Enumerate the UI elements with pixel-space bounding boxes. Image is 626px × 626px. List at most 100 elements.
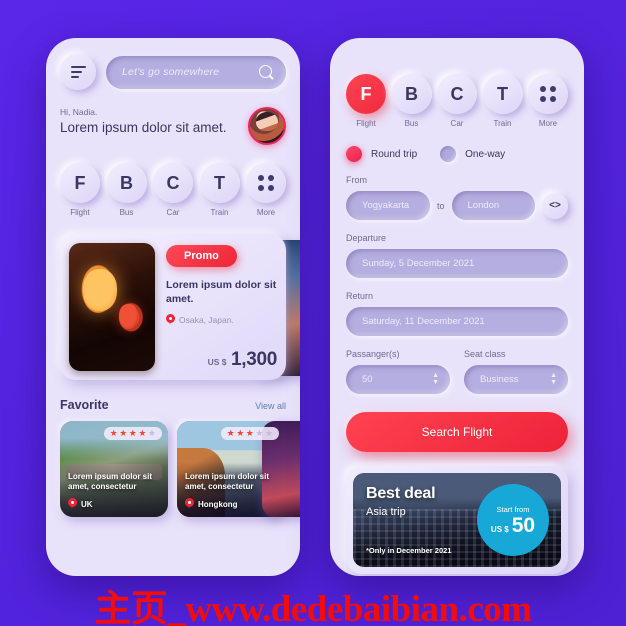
avatar[interactable] xyxy=(248,107,286,145)
best-deal-amount: 50 xyxy=(511,513,536,537)
passenger-seat-row: Passanger(s) 50 ▲ ▼ Seat class Business ▲… xyxy=(346,336,568,394)
tab-train[interactable]: T Train xyxy=(482,74,523,128)
category-more-circle xyxy=(246,163,286,203)
promo-section: Promo Lorem ipsum dolor sit amet. Osaka,… xyxy=(60,234,300,380)
favorite-uk-caption: Lorem ipsum dolor sit amet, consectetur xyxy=(68,471,153,492)
tab-flight[interactable]: F Flight xyxy=(346,74,386,128)
favorite-uk-rating: ★ ★ ★ ★ ★ xyxy=(103,427,162,440)
tab-car-circle: C xyxy=(437,74,477,114)
category-bus-label: Bus xyxy=(119,208,134,217)
favorite-card-row: ★ ★ ★ ★ ★ Lorem ipsum dolor sit amet, consec… xyxy=(60,421,300,517)
trip-type-row: Round trip One-way xyxy=(346,146,568,162)
category-flight[interactable]: F Flight xyxy=(60,163,100,217)
page-title: Lorem ipsum dolor sit amet. xyxy=(60,120,227,135)
return-date-input[interactable]: Saturday, 11 December 2021 xyxy=(346,307,568,336)
departure-label: Departure xyxy=(346,233,387,243)
tab-car-initial: C xyxy=(450,83,464,104)
best-deal-start-from: Start from xyxy=(496,504,530,514)
favorite-uk-location: UK xyxy=(68,498,93,510)
tab-flight-label: Flight xyxy=(356,119,376,128)
tab-bus[interactable]: B Bus xyxy=(391,74,432,128)
tab-car-label: Car xyxy=(450,119,464,128)
from-to-row: Yogyakarta to London <> xyxy=(346,191,568,220)
home-top-bar: Let's go somewhere xyxy=(60,54,286,90)
tab-train-initial: T xyxy=(497,83,508,104)
best-deal-price: US $ 50 xyxy=(491,515,535,536)
passenger-label: Passanger(s) xyxy=(346,349,400,359)
greeting-hi: Hi, Nadia. xyxy=(60,107,98,117)
best-deal-currency: US $ xyxy=(490,524,509,534)
category-car-label: Car xyxy=(166,208,180,217)
category-train-initial: T xyxy=(214,172,225,193)
favorite-hk-caption: Lorem ipsum dolor sit amet, consectetur xyxy=(185,471,270,492)
promo-currency: US $ xyxy=(207,357,227,367)
greeting-text: Hi, Nadia. Lorem ipsum dolor sit amet. xyxy=(60,107,248,137)
promo-card[interactable]: Promo Lorem ipsum dolor sit amet. Osaka,… xyxy=(60,234,286,380)
favorite-uk-location-text: UK xyxy=(81,499,93,509)
favorite-card-uk[interactable]: ★ ★ ★ ★ ★ Lorem ipsum dolor sit amet, consec… xyxy=(60,421,168,517)
tab-more-label: More xyxy=(538,119,558,128)
promo-price: US $ 1,300 xyxy=(166,349,278,371)
greeting-row: Hi, Nadia. Lorem ipsum dolor sit amet. xyxy=(60,107,286,145)
chevron-updown-icon[interactable]: ▲ ▼ xyxy=(432,372,439,386)
favorite-header: Favorite View all xyxy=(60,398,286,412)
favorite-view-all-link[interactable]: View all xyxy=(255,401,286,411)
tab-bus-initial: B xyxy=(405,83,418,104)
category-train-circle: T xyxy=(199,163,240,203)
tab-bus-circle: B xyxy=(391,74,432,114)
tab-flight-circle: F xyxy=(346,74,386,114)
tab-train-label: Train xyxy=(493,119,512,128)
search-placeholder: Let's go somewhere xyxy=(122,66,220,78)
home-screen-content: Let's go somewhere Hi, Nadia. Lorem ipsu… xyxy=(46,38,300,576)
origin-input[interactable]: Yogyakarta xyxy=(346,191,430,220)
favorite-hk-location: Hongkong xyxy=(185,498,238,510)
promo-amount: 1,300 xyxy=(230,349,277,370)
category-strip-search: F Flight B Bus C Car T Train More xyxy=(346,74,568,128)
promo-badge[interactable]: Promo xyxy=(166,245,237,267)
tab-more[interactable]: More xyxy=(528,74,568,128)
phone-screen-search: F Flight B Bus C Car T Train More Round … xyxy=(330,38,584,576)
tab-flight-initial: F xyxy=(360,83,372,104)
search-flight-button[interactable]: Search Flight xyxy=(346,412,568,452)
from-label: From xyxy=(346,175,367,185)
promo-location-text: Osaka, Japan. xyxy=(179,315,234,326)
tab-train-circle: T xyxy=(482,74,523,114)
destination-input[interactable]: London xyxy=(451,191,535,220)
category-more[interactable]: More xyxy=(246,163,286,217)
category-car[interactable]: C Car xyxy=(153,163,193,217)
category-bus[interactable]: B Bus xyxy=(106,163,147,217)
best-deal-price-badge: Start from US $ 50 xyxy=(477,484,549,556)
best-deal-card[interactable]: Best deal Asia trip *Only in December 20… xyxy=(346,466,568,574)
passenger-group: Passanger(s) 50 ▲ ▼ xyxy=(346,336,450,394)
tab-bus-label: Bus xyxy=(404,119,419,128)
best-deal-title: Best deal xyxy=(366,485,436,502)
category-car-initial: C xyxy=(166,172,180,193)
seat-class-label: Seat class xyxy=(464,349,506,359)
radio-one-way[interactable] xyxy=(440,146,457,162)
category-train[interactable]: T Train xyxy=(199,163,240,217)
tab-more-circle xyxy=(528,74,568,114)
location-pin-icon xyxy=(185,498,194,510)
departure-date-input[interactable]: Sunday, 5 December 2021 xyxy=(346,249,568,278)
best-deal-note: *Only in December 2021 xyxy=(366,546,452,555)
passenger-stepper[interactable]: 50 ▲ ▼ xyxy=(346,365,450,394)
radio-one-way-label: One-way xyxy=(465,148,506,160)
favorite-hk-location-text: Hongkong xyxy=(198,499,238,509)
category-more-label: More xyxy=(256,208,276,217)
search-input[interactable]: Let's go somewhere xyxy=(106,55,286,89)
favorite-hk-rating: ★ ★ ★ ★ ★ xyxy=(220,427,279,440)
radio-round-trip-label: Round trip xyxy=(371,148,418,160)
chevron-updown-icon[interactable]: ▲ ▼ xyxy=(550,372,557,386)
hamburger-menu-button[interactable] xyxy=(60,54,96,90)
category-flight-circle: F xyxy=(60,163,100,203)
seat-class-select[interactable]: Business ▲ ▼ xyxy=(464,365,568,394)
search-icon[interactable] xyxy=(259,64,274,80)
best-deal-banner: Best deal Asia trip *Only in December 20… xyxy=(353,473,561,567)
category-train-label: Train xyxy=(210,208,229,217)
promo-title: Lorem ipsum dolor sit amet. xyxy=(166,279,277,306)
swap-arrows-icon[interactable]: <> xyxy=(542,192,568,219)
category-bus-initial: B xyxy=(120,172,133,193)
radio-round-trip[interactable] xyxy=(346,146,362,162)
tab-car[interactable]: C Car xyxy=(437,74,477,128)
category-car-circle: C xyxy=(153,163,193,203)
